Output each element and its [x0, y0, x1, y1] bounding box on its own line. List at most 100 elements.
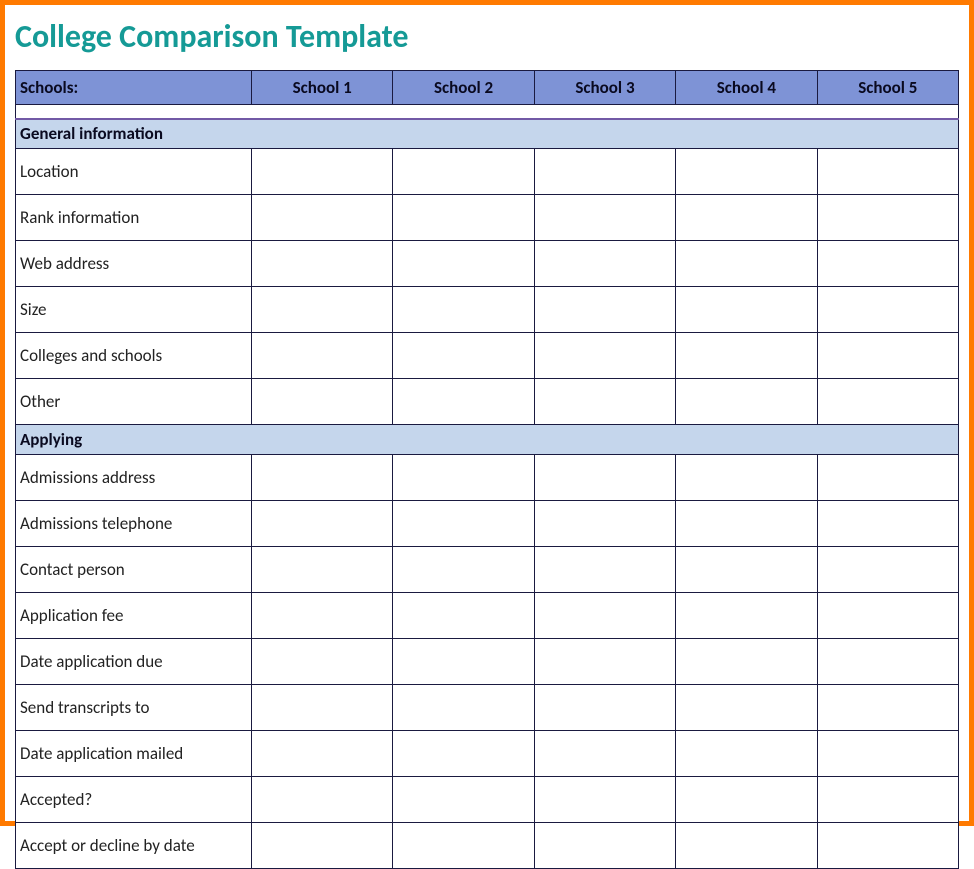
cell[interactable] [817, 241, 958, 287]
page-title: College Comparison Template [15, 17, 959, 56]
cell[interactable] [534, 593, 675, 639]
row-label: Application fee [16, 593, 252, 639]
table-row: Admissions telephone [16, 501, 959, 547]
cell[interactable] [393, 593, 534, 639]
cell[interactable] [252, 241, 393, 287]
cell[interactable] [676, 593, 817, 639]
cell[interactable] [393, 501, 534, 547]
cell[interactable] [534, 501, 675, 547]
cell[interactable] [534, 195, 675, 241]
cell[interactable] [252, 333, 393, 379]
table-row: Web address [16, 241, 959, 287]
page-container: College Comparison Template Schools: Sch… [0, 0, 974, 826]
cell[interactable] [252, 547, 393, 593]
cell[interactable] [393, 149, 534, 195]
cell[interactable] [817, 639, 958, 685]
cell[interactable] [817, 379, 958, 425]
cell[interactable] [676, 195, 817, 241]
cell[interactable] [676, 455, 817, 501]
cell[interactable] [676, 547, 817, 593]
cell[interactable] [393, 547, 534, 593]
cell[interactable] [817, 547, 958, 593]
header-school-2: School 2 [393, 71, 534, 105]
cell[interactable] [393, 287, 534, 333]
row-label: Size [16, 287, 252, 333]
cell[interactable] [817, 455, 958, 501]
cell[interactable] [534, 639, 675, 685]
cell[interactable] [534, 777, 675, 823]
header-school-5: School 5 [817, 71, 958, 105]
cell[interactable] [817, 501, 958, 547]
cell[interactable] [817, 593, 958, 639]
cell[interactable] [393, 455, 534, 501]
cell[interactable] [252, 731, 393, 777]
cell[interactable] [252, 593, 393, 639]
table-row: Accept or decline by date [16, 823, 959, 869]
cell[interactable] [676, 685, 817, 731]
cell[interactable] [676, 287, 817, 333]
cell[interactable] [393, 685, 534, 731]
cell[interactable] [252, 379, 393, 425]
table-row: Other [16, 379, 959, 425]
section-title: Applying [16, 425, 959, 455]
cell[interactable] [252, 685, 393, 731]
cell[interactable] [252, 195, 393, 241]
cell[interactable] [534, 333, 675, 379]
cell[interactable] [817, 777, 958, 823]
cell[interactable] [676, 333, 817, 379]
cell[interactable] [252, 149, 393, 195]
table-row: Admissions address [16, 455, 959, 501]
cell[interactable] [534, 241, 675, 287]
cell[interactable] [393, 823, 534, 869]
cell[interactable] [393, 379, 534, 425]
cell[interactable] [817, 823, 958, 869]
cell[interactable] [534, 455, 675, 501]
row-label: Accepted? [16, 777, 252, 823]
cell[interactable] [393, 333, 534, 379]
cell[interactable] [534, 823, 675, 869]
cell[interactable] [393, 241, 534, 287]
cell[interactable] [817, 685, 958, 731]
section-header: Applying [16, 425, 959, 455]
cell[interactable] [252, 455, 393, 501]
table-row: Application fee [16, 593, 959, 639]
cell[interactable] [252, 287, 393, 333]
cell[interactable] [676, 241, 817, 287]
cell[interactable] [393, 777, 534, 823]
row-label: Admissions address [16, 455, 252, 501]
cell[interactable] [534, 379, 675, 425]
cell[interactable] [676, 731, 817, 777]
cell[interactable] [252, 501, 393, 547]
cell[interactable] [252, 639, 393, 685]
cell[interactable] [534, 731, 675, 777]
cell[interactable] [534, 685, 675, 731]
cell[interactable] [676, 777, 817, 823]
cell[interactable] [534, 287, 675, 333]
table-row: Accepted? [16, 777, 959, 823]
cell[interactable] [817, 195, 958, 241]
cell[interactable] [676, 501, 817, 547]
cell[interactable] [676, 823, 817, 869]
row-label: Accept or decline by date [16, 823, 252, 869]
cell[interactable] [534, 547, 675, 593]
cell[interactable] [393, 731, 534, 777]
row-label: Location [16, 149, 252, 195]
comparison-table: Schools: School 1 School 2 School 3 Scho… [15, 70, 959, 869]
header-row: Schools: School 1 School 2 School 3 Scho… [16, 71, 959, 105]
cell[interactable] [252, 823, 393, 869]
cell[interactable] [676, 379, 817, 425]
cell[interactable] [252, 777, 393, 823]
cell[interactable] [393, 195, 534, 241]
cell[interactable] [817, 731, 958, 777]
cell[interactable] [817, 149, 958, 195]
row-label: Admissions telephone [16, 501, 252, 547]
cell[interactable] [817, 333, 958, 379]
cell[interactable] [676, 639, 817, 685]
table-row: Size [16, 287, 959, 333]
cell[interactable] [534, 149, 675, 195]
row-label: Send transcripts to [16, 685, 252, 731]
cell[interactable] [817, 287, 958, 333]
cell[interactable] [676, 149, 817, 195]
cell[interactable] [393, 639, 534, 685]
table-row: Location [16, 149, 959, 195]
